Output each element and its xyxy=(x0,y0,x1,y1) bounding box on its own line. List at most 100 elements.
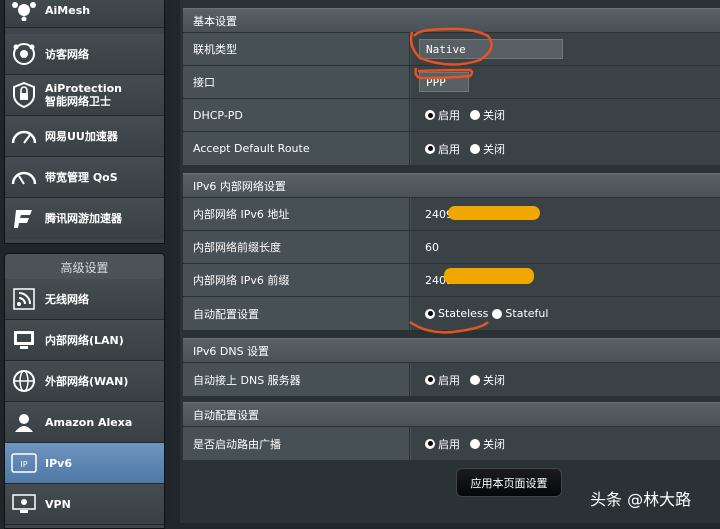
sidebar-item-vpn[interactable]: VPN xyxy=(5,484,164,525)
prefix-length-label: 内部网络前缀长度 xyxy=(183,231,410,263)
watermark: 头条 @林大路 xyxy=(590,490,692,509)
lan-address-label: 内部网络 IPv6 地址 xyxy=(183,198,410,230)
section-auto-title: 自动配置设置 xyxy=(183,402,720,426)
sidebar-item-sublabel: 智能网络卫士 xyxy=(45,95,111,108)
sidebar-item-lan[interactable]: 内部网络(LAN) xyxy=(5,320,164,361)
radio-label: 关闭 xyxy=(483,109,505,122)
router-adv-value-cell: 启用 关闭 xyxy=(411,427,720,460)
connection-type-select[interactable]: Native xyxy=(419,39,563,59)
autoconf-label: 自动配置设置 xyxy=(183,297,410,330)
radio-dot xyxy=(470,143,480,154)
row-autoconf: 自动配置设置 Stateless Stateful xyxy=(183,296,720,330)
radio-dot xyxy=(470,438,480,449)
sidebar-item-aimesh[interactable]: AiMesh xyxy=(5,0,164,28)
sidebar-item-label: 内部网络(LAN) xyxy=(45,333,124,347)
advanced-settings-header: 高级设置 xyxy=(4,253,165,280)
guest-network-icon xyxy=(9,39,39,69)
auto-dns-disable-radio[interactable]: 关闭 xyxy=(470,372,505,388)
sidebar-item-qos[interactable]: 带宽管理 QoS xyxy=(5,157,164,198)
sidebar-advanced-group: 无线网络 内部网络(LAN) 外部网络(WAN) Amazon Alexa IP… xyxy=(4,279,165,529)
sidebar-item-label: IPv6 xyxy=(45,456,72,470)
section-basic-title: 基本设置 xyxy=(183,8,720,32)
shield-icon xyxy=(9,80,39,110)
radio-dot xyxy=(425,143,435,154)
radio-label: Stateful xyxy=(505,307,549,320)
sidebar-item-label: 带宽管理 QoS xyxy=(45,170,118,184)
wireless-icon xyxy=(9,284,39,314)
sidebar-item-wan[interactable]: 外部网络(WAN) xyxy=(5,361,164,402)
sidebar-item-label: Amazon Alexa xyxy=(45,415,133,429)
ipv6-icon: IP xyxy=(9,448,39,478)
interface-value-cell: PPP xyxy=(411,66,720,98)
sidebar-item-label: AiProtection xyxy=(45,82,122,95)
sidebar-item-label: 腾讯网游加速器 xyxy=(45,212,122,225)
auto-dns-value-cell: 启用 关闭 xyxy=(411,363,720,396)
router-adv-enable-radio[interactable]: 启用 xyxy=(425,436,460,452)
radio-label: 关闭 xyxy=(483,142,505,156)
connection-type-label: 联机类型 xyxy=(183,33,410,65)
sidebar-item-label: 无线网络 xyxy=(45,292,89,306)
game-accelerator-icon xyxy=(9,204,39,234)
auto-dns-label: 自动接上 DNS 服务器 xyxy=(183,363,410,396)
row-router-adv: 是否启动路由广播 启用 关闭 xyxy=(183,426,720,460)
sidebar-item-alexa[interactable]: Amazon Alexa xyxy=(5,402,164,443)
stateless-radio[interactable]: Stateless xyxy=(425,307,488,320)
radio-dot xyxy=(425,374,435,385)
vpn-icon xyxy=(9,489,39,519)
row-interface: 接口 PPP xyxy=(183,65,720,98)
radio-label: 关闭 xyxy=(483,373,505,387)
sidebar-item-wireless[interactable]: 无线网络 xyxy=(5,279,164,320)
interface-select[interactable]: PPP xyxy=(419,72,469,92)
autoconf-value-cell: Stateless Stateful xyxy=(411,297,720,330)
radio-dot xyxy=(425,308,435,319)
gauge-icon xyxy=(9,121,39,151)
sidebar-item-game-accelerator[interactable]: 腾讯网游加速器 xyxy=(5,198,164,239)
lan-prefix-label: 内部网络 IPv6 前缀 xyxy=(183,264,410,296)
interface-label: 接口 xyxy=(183,66,410,98)
sidebar-item-uu-accelerator[interactable]: 网易UU加速器 xyxy=(5,116,164,157)
lan-icon xyxy=(9,325,39,355)
connection-type-value-cell: Native xyxy=(411,33,720,65)
sidebar-item-ipv6[interactable]: IP IPv6 xyxy=(5,443,164,484)
prefix-length-value-cell: 60 xyxy=(411,231,720,263)
radio-dot xyxy=(470,374,480,385)
default-route-enable-radio[interactable]: 启用 xyxy=(425,141,460,157)
sidebar-item-label: 网易UU加速器 xyxy=(45,129,118,143)
redaction-mark xyxy=(448,206,540,220)
section-dns-title: IPv6 DNS 设置 xyxy=(183,338,720,362)
auto-dns-enable-radio[interactable]: 启用 xyxy=(425,372,460,388)
row-connection-type: 联机类型 Native xyxy=(183,32,720,65)
dhcp-pd-disable-radio[interactable]: 关闭 xyxy=(470,107,505,123)
dhcp-pd-value-cell: 启用 关闭 xyxy=(411,99,720,131)
default-route-value-cell: 启用 关闭 xyxy=(411,132,720,165)
sidebar-item-aiprotection[interactable]: AiProtection 智能网络卫士 xyxy=(5,75,164,116)
sidebar-item-label: AiMesh xyxy=(45,3,91,17)
row-auto-dns: 自动接上 DNS 服务器 启用 关闭 xyxy=(183,362,720,396)
radio-label: 启用 xyxy=(438,142,460,156)
speedometer-icon xyxy=(9,162,39,192)
row-dhcp-pd: DHCP-PD 启用 关闭 xyxy=(183,98,720,131)
router-adv-label: 是否启动路由广播 xyxy=(183,427,410,460)
radio-label: 关闭 xyxy=(483,437,505,451)
radio-dot xyxy=(425,110,435,120)
globe-icon xyxy=(9,366,39,396)
sidebar-top-group: AiMesh 访客网络 AiProtection 智能网络卫士 网易UU加速器 … xyxy=(4,0,165,244)
prefix-length-value: 60 xyxy=(425,240,439,254)
radio-dot xyxy=(470,110,480,120)
default-route-label: Accept Default Route xyxy=(183,132,410,165)
mesh-icon xyxy=(9,0,39,25)
sidebar-item-label: VPN xyxy=(45,497,71,511)
router-adv-disable-radio[interactable]: 关闭 xyxy=(470,436,505,452)
apply-button[interactable]: 应用本页面设置 xyxy=(456,468,562,497)
sidebar-item-label: 访客网络 xyxy=(45,47,89,61)
dhcp-pd-enable-radio[interactable]: 启用 xyxy=(425,107,460,123)
radio-label: 启用 xyxy=(438,373,460,387)
radio-label: 启用 xyxy=(438,437,460,451)
stateful-radio[interactable]: Stateful xyxy=(492,307,548,320)
row-default-route: Accept Default Route 启用 关闭 xyxy=(183,131,720,165)
sidebar: AiMesh 访客网络 AiProtection 智能网络卫士 网易UU加速器 … xyxy=(0,0,170,529)
default-route-disable-radio[interactable]: 关闭 xyxy=(470,141,505,157)
alexa-icon xyxy=(9,407,39,437)
row-prefix-length: 内部网络前缀长度 60 xyxy=(183,230,720,263)
sidebar-item-guest-network[interactable]: 访客网络 xyxy=(5,34,164,75)
